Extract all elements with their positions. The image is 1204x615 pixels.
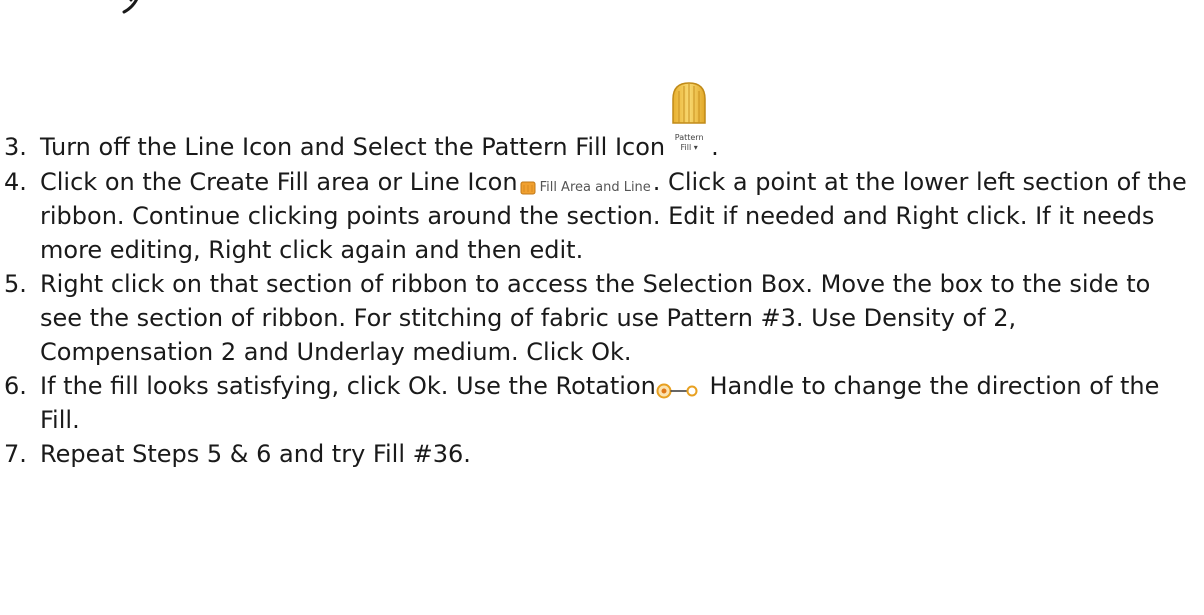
rotation-handle-graphic (656, 383, 698, 399)
instruction-steps: 3. Turn off the Line Icon and Select the… (0, 48, 1204, 471)
step-text: If the fill looks satisfying, click Ok. … (40, 372, 656, 400)
step-text: Click on the Create Fill area or Line Ic… (40, 168, 518, 196)
fill-area-swatch-icon (520, 181, 536, 195)
step-7: 7. Repeat Steps 5 & 6 and try Fill #36. (0, 437, 1204, 471)
pattern-fill-icon[interactable]: Pattern Fill ▾ (667, 82, 711, 165)
cut-off-text-fragment (122, 0, 138, 14)
step-text: Turn off the Line Icon and Select the Pa… (40, 133, 666, 161)
pattern-fill-label: Pattern (674, 133, 704, 142)
step-4: 4. Click on the Create Fill area or Line… (0, 165, 1204, 267)
fill-area-and-line-label: Fill Area and Line (539, 180, 651, 195)
step-number: 3. (4, 133, 27, 161)
step-text: Repeat Steps 5 & 6 and try Fill #36. (40, 440, 471, 468)
pattern-fill-dropdown-label: Fill ▾ (680, 143, 698, 152)
rotation-handle-icon[interactable] (656, 375, 700, 399)
step-text: Right click on that section of ribbon to… (40, 270, 1151, 366)
step-number: 5. (4, 270, 27, 298)
step-5: 5. Right click on that section of ribbon… (0, 267, 1204, 369)
step-6: 6. If the fill looks satisfying, click O… (0, 369, 1204, 437)
step-number: 6. (4, 372, 27, 400)
step-number: 4. (4, 168, 27, 196)
step-number: 7. (4, 440, 27, 468)
step-text-end: . (711, 133, 719, 161)
step-3: 3. Turn off the Line Icon and Select the… (0, 82, 1204, 165)
fill-area-and-line-icon[interactable]: Fill Area and Line (520, 170, 651, 195)
